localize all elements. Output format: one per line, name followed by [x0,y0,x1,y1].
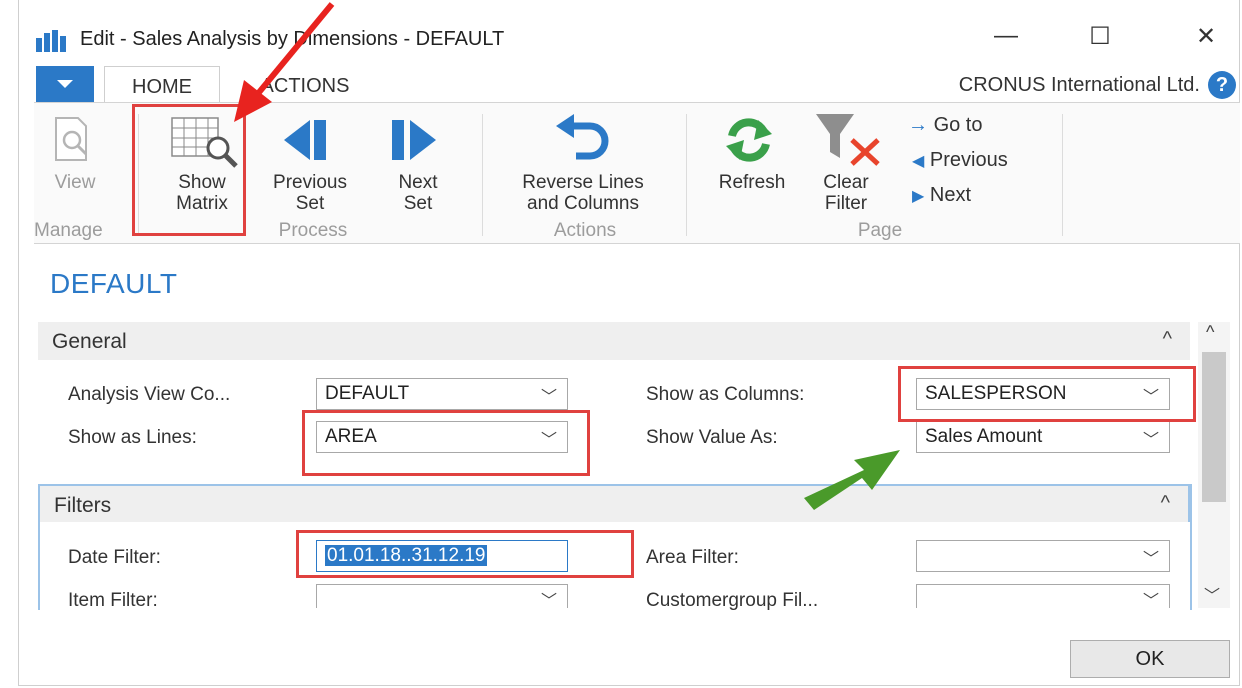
triangle-left-icon: ◀ [912,153,925,170]
highlight-box-show-as-lines [302,410,590,476]
app-logo-icon [36,30,66,52]
reverse-lines-button[interactable]: Reverse Lines and Columns [500,172,666,214]
ok-button[interactable]: OK [1070,640,1230,678]
reverse-label-2: and Columns [527,193,639,214]
next-set-icon [392,120,436,160]
company-name: CRONUS International Ltd. [958,74,1200,96]
show-value-as-label: Show Value As: [646,427,778,448]
customergroup-filter-field[interactable]: ﹀ [916,584,1170,608]
highlight-box-date-filter [296,530,634,578]
tab-home[interactable]: HOME [104,66,220,102]
show-value-as-field[interactable]: Sales Amount ﹀ [916,421,1170,453]
show-as-lines-label: Show as Lines: [68,427,197,448]
collapse-icon[interactable]: ^ [1163,328,1172,351]
go-to-label: Go to [933,114,983,136]
go-to-button[interactable]: → Go to [908,114,982,137]
chevron-down-icon[interactable]: ﹀ [541,383,557,407]
item-filter-label: Item Filter: [68,590,158,611]
app-menu-button[interactable] [36,66,94,102]
dialog-window: Edit - Sales Analysis by Dimensions - DE… [0,0,1242,688]
collapse-icon[interactable]: ^ [1161,492,1170,515]
next-button[interactable]: ▶ Next [912,184,971,207]
group-label-process: Process [278,220,348,241]
item-filter-field[interactable]: ﹀ [316,584,568,608]
highlight-box-show-as-columns [898,366,1196,422]
filters-section-title: Filters [54,494,112,517]
analysis-view-value: DEFAULT [325,383,410,404]
previous-set-button[interactable]: Previous Set [260,172,360,214]
show-value-as-value: Sales Amount [925,426,1043,447]
next-set-button[interactable]: Next Set [378,172,458,214]
analysis-view-field[interactable]: DEFAULT ﹀ [316,378,568,410]
clear-filter-label-1: Clear [823,172,869,193]
close-button[interactable]: ✕ [1186,22,1226,51]
view-icon [55,117,88,161]
help-icon[interactable]: ? [1208,71,1236,99]
ribbon-separator [686,114,687,236]
chevron-down-icon[interactable]: ﹀ [1143,545,1159,569]
previous-set-label-1: Previous [273,172,347,193]
group-label-manage: Manage [34,220,103,241]
green-arrow-icon [804,450,900,510]
scrollbar-thumb[interactable] [1202,352,1226,502]
reverse-label-1: Reverse Lines [522,172,644,193]
area-filter-field[interactable]: ﹀ [916,540,1170,572]
view-button[interactable]: View [50,172,100,193]
date-filter-label: Date Filter: [68,547,161,568]
clear-filter-button[interactable]: Clear Filter [806,172,886,214]
chevron-down-icon[interactable]: ﹀ [1143,587,1159,608]
previous-button[interactable]: ◀ Previous [912,149,1008,172]
undo-arrow-icon [556,114,609,160]
analysis-view-label: Analysis View Co... [68,384,231,405]
filters-section-header[interactable]: Filters ^ [38,484,1190,522]
clear-filter-label-2: Filter [824,193,868,214]
maximize-button[interactable]: ☐ [1080,22,1120,51]
refresh-icon [726,118,772,162]
arrow-right-icon: → [908,114,928,136]
chevron-down-icon [57,80,73,88]
red-arrow-icon [234,2,335,122]
next-set-label-1: Next [398,172,438,193]
refresh-button[interactable]: Refresh [704,172,800,193]
chevron-down-icon[interactable]: ﹀ [1143,426,1159,450]
page-title: DEFAULT [50,268,178,299]
group-label-actions: Actions [553,220,617,241]
next-set-label-2: Set [403,193,433,214]
general-section-title: General [52,330,127,353]
clear-filter-icon [816,114,880,166]
scroll-up-icon[interactable]: ^ [1206,322,1214,343]
general-section-header[interactable]: General ^ [38,322,1190,360]
customergroup-filter-label: Customergroup Fil... [646,590,819,611]
ribbon-separator [1062,114,1063,236]
group-label-page: Page [857,220,903,241]
ribbon-separator [482,114,483,236]
show-as-columns-label: Show as Columns: [646,384,805,405]
area-filter-label: Area Filter: [646,547,739,568]
previous-label: Previous [929,149,1008,171]
vertical-scrollbar[interactable]: ^ ﹀ [1198,322,1230,608]
next-label: Next [929,184,971,206]
previous-set-label-2: Set [295,193,325,214]
chevron-down-icon[interactable]: ﹀ [541,587,557,608]
triangle-right-icon: ▶ [912,188,925,205]
scroll-down-icon[interactable]: ﹀ [1204,582,1220,606]
minimize-button[interactable]: — [986,22,1026,50]
